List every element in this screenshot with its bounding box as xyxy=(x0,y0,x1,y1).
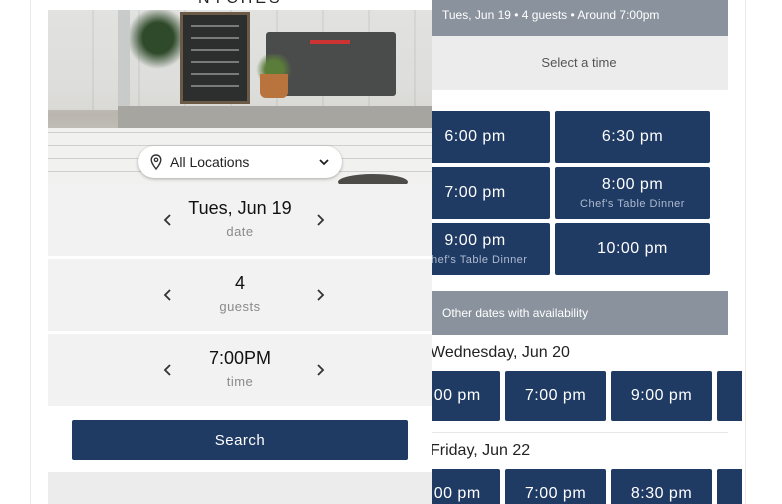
day-time-slot-partial[interactable] xyxy=(717,469,742,504)
time-slot[interactable]: 7:00 pm xyxy=(430,167,550,219)
slot-time: 9:00 pm xyxy=(630,387,693,404)
day-heading: Friday, Jun 22 xyxy=(430,442,531,459)
time-slot[interactable]: 9:00 pm Chef's Table Dinner xyxy=(430,223,550,275)
slot-time: 6:00 pm xyxy=(430,485,481,502)
chevron-right-icon[interactable] xyxy=(310,360,330,380)
reservation-form-panel: NYCHES All Locations Tues, Jun 19 date xyxy=(48,0,432,504)
search-button[interactable]: Search xyxy=(72,420,408,460)
slot-time: 6:30 pm xyxy=(601,128,664,145)
footer-area xyxy=(48,472,432,504)
location-label: All Locations xyxy=(170,154,250,170)
time-slot[interactable]: 6:30 pm xyxy=(555,111,710,163)
day-time-slot[interactable]: 7:00 pm xyxy=(505,371,606,421)
date-caption: date xyxy=(226,224,254,239)
slot-time: 6:00 pm xyxy=(444,128,506,145)
time-value: 7:00PM xyxy=(208,348,272,368)
guests-picker: 4 guests xyxy=(48,259,432,331)
slot-time: 7:00 pm xyxy=(524,485,587,502)
slot-time: 7:00 pm xyxy=(524,387,587,404)
guests-caption: guests xyxy=(219,299,261,314)
time-caption: time xyxy=(226,374,254,389)
day-time-slot[interactable]: 6:00 pm xyxy=(430,469,500,504)
time-slot[interactable]: 10:00 pm xyxy=(555,223,710,275)
day-time-slot[interactable]: 8:30 pm xyxy=(611,469,712,504)
chevron-right-icon[interactable] xyxy=(310,210,330,230)
day-time-slot-partial[interactable] xyxy=(717,371,742,421)
date-value: Tues, Jun 19 xyxy=(188,198,292,218)
divider xyxy=(430,432,728,433)
slot-note: Chef's Table Dinner xyxy=(580,198,685,210)
venue-title: NYCHES xyxy=(198,0,283,8)
chalkboard xyxy=(180,12,250,104)
location-pin-icon xyxy=(150,154,162,170)
day-time-slot[interactable]: 9:00 pm xyxy=(611,371,712,421)
location-selector[interactable]: All Locations xyxy=(138,146,342,178)
slot-note: Chef's Table Dinner xyxy=(430,254,528,266)
day-time-slot[interactable]: 6:00 pm xyxy=(430,371,500,421)
other-dates-bar: Other dates with availability xyxy=(430,291,728,335)
slot-time: 6:00 pm xyxy=(430,387,481,404)
slot-time: 8:30 pm xyxy=(630,485,693,502)
time-slot[interactable]: 8:00 pm Chef's Table Dinner xyxy=(555,167,710,219)
time-picker: 7:00PM time xyxy=(48,334,432,406)
slot-time: 7:00 pm xyxy=(444,184,506,201)
day-time-slot[interactable]: 7:00 pm xyxy=(505,469,606,504)
chevron-down-icon xyxy=(319,159,329,166)
device-frame-right xyxy=(745,0,746,504)
select-time-label: Select a time xyxy=(430,36,728,90)
device-frame-left xyxy=(30,0,31,504)
slot-time: 8:00 pm xyxy=(601,176,664,193)
slot-time: 9:00 pm xyxy=(444,232,506,249)
availability-panel: Tues, Jun 19 • 4 guests • Around 7:00pm … xyxy=(430,0,742,504)
guests-value: 4 xyxy=(234,273,245,293)
day-heading: Wednesday, Jun 20 xyxy=(430,344,570,361)
slot-time: 10:00 pm xyxy=(597,240,668,257)
time-slot[interactable]: 6:00 pm xyxy=(430,111,550,163)
search-summary-bar: Tues, Jun 19 • 4 guests • Around 7:00pm xyxy=(430,0,728,36)
chevron-right-icon[interactable] xyxy=(310,285,330,305)
date-picker: Tues, Jun 19 date xyxy=(48,184,432,256)
